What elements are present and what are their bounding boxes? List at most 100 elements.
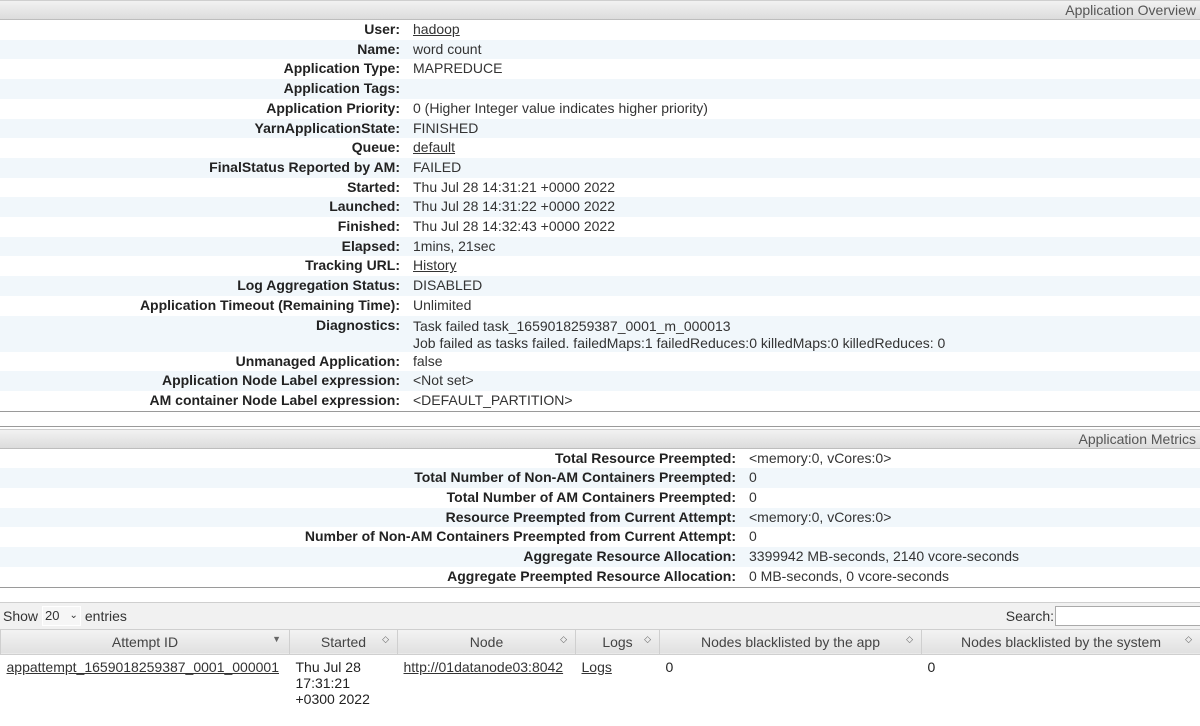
field-value: Unlimited	[413, 296, 472, 313]
field-label: Queue:	[351, 139, 400, 156]
field-label: Unmanaged Application:	[235, 352, 400, 369]
field-value: 1mins, 21sec	[413, 236, 1200, 257]
field-value: <memory:0, vCores:0>	[749, 507, 1200, 528]
info-row-finished: Finished: Thu Jul 28 14:32:43 +0000 2022	[0, 217, 1200, 237]
length-control: Show 20 ⌄ entries	[0, 603, 127, 629]
queue-link[interactable]: default	[413, 139, 455, 155]
field-value: FINISHED	[413, 118, 1200, 139]
field-value: Thu Jul 28 14:31:21 +0000 2022	[413, 178, 616, 195]
field-label: Application Timeout (Remaining Time):	[139, 296, 400, 313]
search-label: Search:	[1005, 607, 1054, 624]
field-value: Thu Jul 28 14:31:22 +0000 2022	[413, 197, 1200, 218]
field-value: 0 (Higher Integer value indicates higher…	[413, 99, 708, 116]
field-label: Total Resource Preempted:	[554, 449, 736, 466]
info-row-number-of-non-am-containers-preempted-from-current-attempt: Number of Non-AM Containers Preempted fr…	[0, 527, 1200, 547]
field-value: hadoop	[413, 20, 1200, 40]
field-value: MAPREDUCE	[413, 60, 503, 77]
node-link[interactable]: http://01datanode03:8042	[404, 659, 564, 675]
application-metrics-header: Application Metrics	[0, 428, 1200, 449]
attempt-id-link[interactable]: appattempt_1659018259387_0001_000001	[7, 659, 280, 675]
attempts-panel: Show 20 ⌄ entries Search: Attempt ID ▼ St…	[0, 601, 1200, 711]
diagnostics-line: Task failed task_1659018259387_0001_m_00…	[413, 317, 731, 334]
info-row-application-priority: Application Priority: 0 (Higher Integer v…	[0, 99, 1200, 119]
field-label: Total Number of Non-AM Containers Preemp…	[0, 468, 749, 489]
logs-link[interactable]: Logs	[582, 659, 612, 675]
field-label: Tracking URL:	[305, 257, 400, 274]
metrics-divider	[0, 586, 1200, 588]
info-row-name: Name: word count	[0, 39, 1200, 60]
info-row-application-timeout-remaining-time: Application Timeout (Remaining Time): Unl…	[0, 296, 1200, 316]
field-label: Aggregate Resource Allocation:	[0, 547, 749, 567]
info-row-application-node-label-expression: Application Node Label expression: <Not s…	[0, 371, 1200, 391]
field-label: Name:	[0, 39, 413, 60]
column-header-logs[interactable]: Logs ◇	[575, 628, 660, 655]
field-label: Launched:	[0, 197, 413, 218]
info-row-application-type: Application Type: MAPREDUCE	[0, 59, 1200, 79]
column-header-attempt-id[interactable]: Attempt ID ▼	[0, 628, 290, 655]
field-label: Aggregate Preempted Resource Allocation:	[447, 567, 736, 584]
search-control: Search:	[1006, 603, 1200, 629]
sort-icon: ◇	[1185, 633, 1192, 644]
info-row-yarnapplicationstate: YarnApplicationState: FINISHED	[0, 118, 1200, 139]
info-row-total-resource-preempted: Total Resource Preempted: <memory:0, vCor…	[0, 449, 1200, 469]
info-row-queue: Queue: default	[0, 138, 1200, 158]
info-row-am-container-node-label-expression: AM container Node Label expression: <DEFA…	[0, 391, 1200, 411]
field-label: AM container Node Label expression:	[149, 391, 401, 408]
field-value: DISABLED	[413, 276, 1200, 296]
field-value: <Not set>	[413, 371, 1200, 391]
sort-icon: ◇	[906, 633, 913, 644]
field-value: Thu Jul 28 14:32:43 +0000 2022	[413, 218, 616, 235]
field-value: default	[413, 138, 1200, 158]
field-label: Finished:	[337, 218, 400, 235]
field-value: <memory:0, vCores:0>	[749, 449, 892, 466]
chevron-down-icon: ⌄	[69, 609, 78, 621]
search-input[interactable]	[1055, 605, 1200, 626]
info-row-aggregate-resource-allocation: Aggregate Resource Allocation: 3399942 MB…	[0, 547, 1200, 567]
user-link[interactable]: hadoop	[413, 21, 460, 37]
info-row-log-aggregation-status: Log Aggregation Status: DISABLED	[0, 276, 1200, 296]
field-value: 0 MB-seconds, 0 vcore-seconds	[749, 567, 949, 584]
overview-table: User: hadoop Name: word count Application Ty…	[0, 20, 1200, 411]
info-row-launched: Launched: Thu Jul 28 14:31:22 +0000 2022	[0, 197, 1200, 218]
info-row-aggregate-preempted-resource-allocation: Aggregate Preempted Resource Allocation:…	[0, 567, 1200, 587]
field-label: Resource Preempted from Current Attempt:	[0, 507, 749, 528]
started-cell: Thu Jul 28 17:31:21 +0300 2022	[295, 658, 370, 707]
info-row-diagnostics: Diagnostics: Task failed task_16590182593…	[0, 315, 1200, 352]
application-overview-header: Application Overview	[0, 0, 1200, 20]
column-header-blacklisted-system[interactable]: Nodes blacklisted by the system ◇	[921, 628, 1200, 655]
info-row-finalstatus-reported-by-am: FinalStatus Reported by AM: FAILED	[0, 157, 1200, 178]
info-row-user: User: hadoop	[0, 20, 1200, 40]
field-value: false	[413, 352, 443, 369]
info-row-application-tags: Application Tags:	[0, 79, 1200, 99]
spacer	[0, 412, 1200, 427]
field-label: Number of Non-AM Containers Preempted fr…	[304, 528, 736, 545]
field-value: 0	[749, 528, 757, 545]
field-value: 0	[749, 489, 757, 506]
column-header-started[interactable]: Started ◇	[289, 628, 398, 655]
info-row-resource-preempted-from-current-attempt: Resource Preempted from Current Attempt:…	[0, 507, 1200, 528]
field-value: 3399942 MB-seconds, 2140 vcore-seconds	[749, 547, 1200, 567]
field-label: Started:	[347, 178, 400, 195]
info-row-total-number-of-am-containers-preempted: Total Number of AM Containers Preempted:…	[0, 488, 1200, 508]
field-label: Diagnostics:	[0, 315, 413, 352]
attempts-table: Attempt ID ▼ Started ◇ Node ◇ Logs ◇ Nodes b…	[0, 628, 1200, 711]
page-size-select[interactable]: 20 ⌄	[42, 605, 81, 626]
page-size-value: 20	[45, 607, 60, 623]
info-row-tracking-url: Tracking URL: History	[0, 256, 1200, 276]
metrics-table: Total Resource Preempted: <memory:0, vCor…	[0, 449, 1200, 587]
field-label: Elapsed:	[0, 236, 413, 257]
sort-icon: ◇	[560, 633, 567, 644]
diagnostics-line: Job failed as tasks failed. failedMaps:1…	[413, 334, 946, 351]
field-value: FAILED	[413, 157, 1200, 178]
entries-label: entries	[84, 607, 127, 624]
field-label: Application Type:	[283, 60, 400, 77]
tracking-url-link[interactable]: History	[413, 257, 457, 273]
field-value: word count	[413, 39, 1200, 60]
blacklisted-system-cell: 0	[927, 658, 936, 675]
column-header-node[interactable]: Node ◇	[397, 628, 576, 655]
field-label: YarnApplicationState:	[0, 118, 413, 139]
field-label: User:	[364, 21, 400, 37]
column-header-blacklisted-app[interactable]: Nodes blacklisted by the app ◇	[659, 628, 922, 655]
blacklisted-app-cell: 0	[665, 658, 674, 675]
field-value: <DEFAULT_PARTITION>	[413, 391, 573, 408]
